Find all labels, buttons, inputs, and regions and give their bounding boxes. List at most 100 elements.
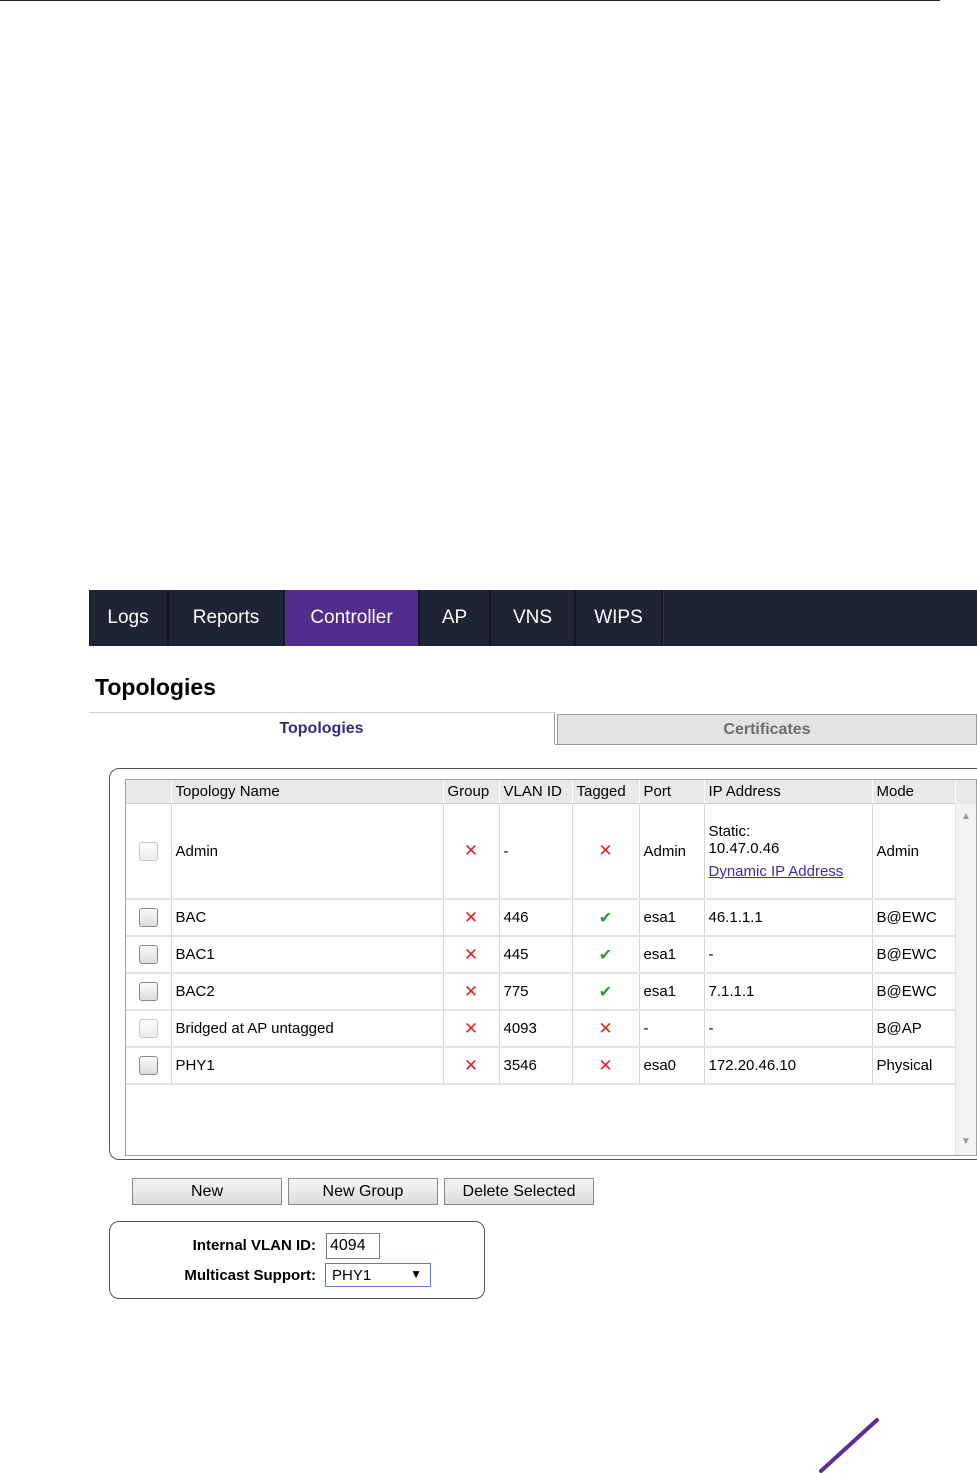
scrollbar-header [956, 780, 976, 804]
scroll-down-arrow-icon[interactable]: ▼ [956, 1133, 976, 1151]
dropdown-arrow-icon: ▼ [410, 1267, 422, 1281]
header-port[interactable]: Port [639, 780, 705, 804]
nav-tab-reports[interactable]: Reports [169, 590, 285, 646]
row-checkbox[interactable] [138, 1056, 158, 1075]
top-rule [0, 0, 940, 1]
x-icon: ✕ [463, 907, 479, 927]
tagged-cell: ✕ [572, 1010, 640, 1048]
topology-name: BAC1 [171, 936, 444, 974]
vlan-id: 446 [499, 899, 573, 937]
vlan-id: 3546 [499, 1047, 573, 1085]
table-scrollbar[interactable]: ▲ ▼ [955, 804, 976, 1155]
group-cell: ✕ [443, 936, 500, 974]
tagged-cell: ✔ [572, 936, 640, 974]
table-row[interactable]: PHY1 ✕ 3546 ✕ esa0 172.20.46.10 Physical [126, 1047, 956, 1085]
nav-tab-wips[interactable]: WIPS [576, 590, 663, 646]
x-icon: ✕ [463, 944, 479, 964]
row-select-cell [126, 936, 172, 974]
topology-name: PHY1 [171, 1047, 444, 1085]
topology-table: Topology Name Group VLAN ID Tagged Port … [126, 780, 956, 1085]
new-group-button[interactable]: New Group [288, 1178, 438, 1205]
mode: B@EWC [872, 936, 956, 974]
row-select-cell [126, 899, 172, 937]
topology-grid: Topology Name Group VLAN ID Tagged Port … [125, 779, 977, 1156]
x-icon: ✕ [463, 1018, 479, 1038]
brand-slash-logo [819, 1418, 879, 1473]
mode: Admin [872, 803, 956, 900]
dynamic-ip-link[interactable]: Dynamic IP Address [709, 863, 868, 880]
internal-vlan-input[interactable] [326, 1233, 380, 1259]
ip-address: 7.1.1.1 [704, 973, 873, 1011]
internal-vlan-label: Internal VLAN ID: [192, 1237, 316, 1254]
new-button[interactable]: New [132, 1178, 282, 1205]
group-cell: ✕ [443, 803, 500, 900]
tab-certificates[interactable]: Certificates [557, 714, 977, 745]
vlan-id: 4093 [499, 1010, 573, 1048]
ip-static-value: 10.47.0.46 [708, 839, 780, 857]
port: - [639, 1010, 705, 1048]
header-topology-name[interactable]: Topology Name [171, 780, 444, 804]
delete-selected-button[interactable]: Delete Selected [444, 1178, 594, 1205]
ip-static-label: Static: [708, 822, 751, 840]
ip-address: - [704, 1010, 873, 1048]
topology-name: BAC [171, 899, 444, 937]
header-tagged[interactable]: Tagged [572, 780, 640, 804]
ip-address-cell: Static: 10.47.0.46 Dynamic IP Address [704, 803, 873, 900]
table-row[interactable]: BAC2 ✕ 775 ✔ esa1 7.1.1.1 B@EWC [126, 973, 956, 1011]
topology-name: BAC2 [171, 973, 444, 1011]
multicast-support-select[interactable]: PHY1 ▼ [325, 1263, 431, 1287]
table-row[interactable]: BAC ✕ 446 ✔ esa1 46.1.1.1 B@EWC [126, 899, 956, 937]
table-row[interactable]: Admin ✕ - ✕ Admin Static: 10.47.0.46 Dyn… [126, 803, 956, 900]
header-mode[interactable]: Mode [872, 780, 956, 804]
page-title: Topologies [95, 674, 216, 700]
topology-name: Bridged at AP untagged [171, 1010, 444, 1048]
group-cell: ✕ [443, 1010, 500, 1048]
row-checkbox[interactable] [138, 982, 158, 1001]
multicast-support-value: PHY1 [332, 1266, 372, 1284]
port: esa1 [639, 899, 705, 937]
ip-address: - [704, 936, 873, 974]
vlan-id: - [499, 803, 573, 900]
topology-name: Admin [171, 803, 444, 900]
mode: B@EWC [872, 973, 956, 1011]
check-icon: ✔ [598, 983, 613, 1001]
header-vlan-id[interactable]: VLAN ID [499, 780, 573, 804]
vlan-id: 775 [499, 973, 573, 1011]
main-nav-bar: Logs Reports Controller AP VNS WIPS [89, 590, 977, 646]
x-icon: ✕ [598, 1055, 613, 1075]
row-select-cell [126, 973, 172, 1011]
row-checkbox[interactable] [138, 908, 158, 927]
x-icon: ✕ [598, 1018, 613, 1038]
table-row[interactable]: BAC1 ✕ 445 ✔ esa1 - B@EWC [126, 936, 956, 974]
mode: B@AP [872, 1010, 956, 1048]
tagged-cell: ✕ [572, 1047, 640, 1085]
x-icon: ✕ [598, 841, 613, 860]
nav-tab-controller[interactable]: Controller [285, 590, 420, 646]
topology-settings-box [109, 1221, 485, 1299]
row-checkbox [138, 1019, 158, 1038]
port: esa0 [639, 1047, 705, 1085]
nav-tab-ap[interactable]: AP [420, 590, 491, 646]
row-checkbox[interactable] [138, 945, 158, 964]
multicast-support-label: Multicast Support: [184, 1267, 316, 1284]
table-row[interactable]: Bridged at AP untagged ✕ 4093 ✕ - - B@AP [126, 1010, 956, 1048]
tab-divider [555, 744, 977, 745]
tagged-cell: ✕ [572, 803, 640, 900]
scroll-up-arrow-icon[interactable]: ▲ [956, 808, 976, 826]
row-select-cell [126, 803, 172, 900]
port: esa1 [639, 936, 705, 974]
table-header-row: Topology Name Group VLAN ID Tagged Port … [126, 780, 956, 804]
x-icon: ✕ [463, 841, 479, 860]
nav-tab-vns[interactable]: VNS [491, 590, 576, 646]
group-cell: ✕ [443, 973, 500, 1011]
group-cell: ✕ [443, 1047, 500, 1085]
x-icon: ✕ [463, 981, 479, 1001]
row-select-cell [126, 1010, 172, 1048]
nav-bar-filler [663, 590, 977, 646]
row-select-cell [126, 1047, 172, 1085]
tab-topologies[interactable]: Topologies [89, 712, 555, 744]
header-ip-address[interactable]: IP Address [704, 780, 873, 804]
header-group[interactable]: Group [443, 780, 500, 804]
tagged-cell: ✔ [572, 973, 640, 1011]
nav-tab-logs[interactable]: Logs [89, 590, 169, 646]
